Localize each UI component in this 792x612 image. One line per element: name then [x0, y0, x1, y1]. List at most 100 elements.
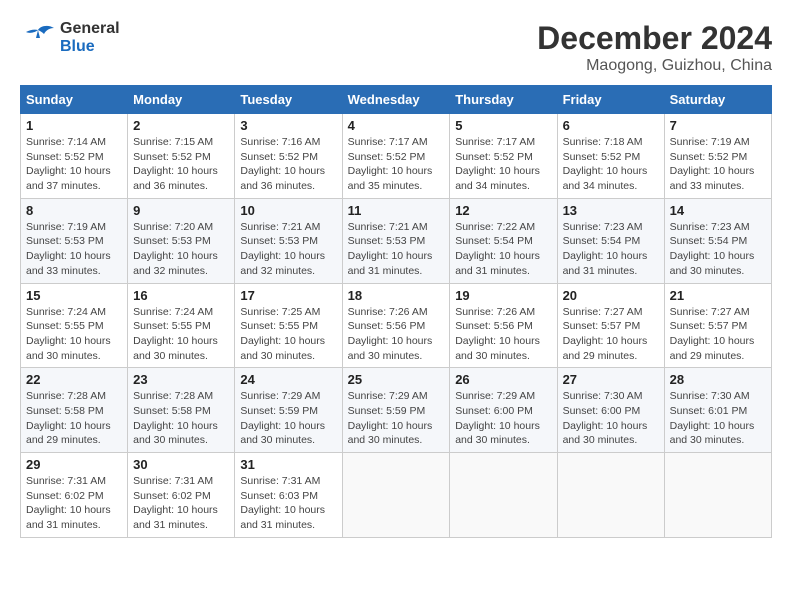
- column-header-monday: Monday: [128, 86, 235, 114]
- day-number: 5: [455, 118, 551, 133]
- calendar-cell: 16 Sunrise: 7:24 AM Sunset: 5:55 PM Dayl…: [128, 283, 235, 368]
- calendar-header-row: SundayMondayTuesdayWednesdayThursdayFrid…: [21, 86, 772, 114]
- calendar-cell: 31 Sunrise: 7:31 AM Sunset: 6:03 PM Dayl…: [235, 453, 342, 538]
- logo-label: General Blue: [60, 20, 120, 55]
- day-info: Sunrise: 7:30 AM Sunset: 6:01 PM Dayligh…: [670, 389, 766, 448]
- day-number: 15: [26, 288, 122, 303]
- day-number: 11: [348, 203, 445, 218]
- day-number: 1: [26, 118, 122, 133]
- calendar-cell: 14 Sunrise: 7:23 AM Sunset: 5:54 PM Dayl…: [664, 198, 771, 283]
- day-info: Sunrise: 7:26 AM Sunset: 5:56 PM Dayligh…: [455, 305, 551, 364]
- calendar-cell: 13 Sunrise: 7:23 AM Sunset: 5:54 PM Dayl…: [557, 198, 664, 283]
- day-info: Sunrise: 7:16 AM Sunset: 5:52 PM Dayligh…: [240, 135, 336, 194]
- calendar-cell: [342, 453, 450, 538]
- day-number: 26: [455, 372, 551, 387]
- day-info: Sunrise: 7:22 AM Sunset: 5:54 PM Dayligh…: [455, 220, 551, 279]
- calendar-cell: 11 Sunrise: 7:21 AM Sunset: 5:53 PM Dayl…: [342, 198, 450, 283]
- day-info: Sunrise: 7:30 AM Sunset: 6:00 PM Dayligh…: [563, 389, 659, 448]
- calendar-cell: 25 Sunrise: 7:29 AM Sunset: 5:59 PM Dayl…: [342, 368, 450, 453]
- calendar-week-row: 8 Sunrise: 7:19 AM Sunset: 5:53 PM Dayli…: [21, 198, 772, 283]
- calendar-cell: 15 Sunrise: 7:24 AM Sunset: 5:55 PM Dayl…: [21, 283, 128, 368]
- day-info: Sunrise: 7:18 AM Sunset: 5:52 PM Dayligh…: [563, 135, 659, 194]
- calendar-cell: [664, 453, 771, 538]
- calendar-cell: 23 Sunrise: 7:28 AM Sunset: 5:58 PM Dayl…: [128, 368, 235, 453]
- calendar-week-row: 22 Sunrise: 7:28 AM Sunset: 5:58 PM Dayl…: [21, 368, 772, 453]
- header: General Blue December 2024 Maogong, Guiz…: [20, 20, 772, 75]
- column-header-thursday: Thursday: [450, 86, 557, 114]
- calendar-cell: 22 Sunrise: 7:28 AM Sunset: 5:58 PM Dayl…: [21, 368, 128, 453]
- logo-blue-text: Blue: [60, 38, 120, 56]
- column-header-saturday: Saturday: [664, 86, 771, 114]
- day-info: Sunrise: 7:31 AM Sunset: 6:02 PM Dayligh…: [26, 474, 122, 533]
- logo-general-text: General: [60, 20, 120, 38]
- day-info: Sunrise: 7:15 AM Sunset: 5:52 PM Dayligh…: [133, 135, 229, 194]
- day-number: 2: [133, 118, 229, 133]
- calendar-cell: 19 Sunrise: 7:26 AM Sunset: 5:56 PM Dayl…: [450, 283, 557, 368]
- column-header-friday: Friday: [557, 86, 664, 114]
- day-number: 30: [133, 457, 229, 472]
- calendar-cell: 20 Sunrise: 7:27 AM Sunset: 5:57 PM Dayl…: [557, 283, 664, 368]
- day-number: 8: [26, 203, 122, 218]
- day-number: 21: [670, 288, 766, 303]
- day-number: 29: [26, 457, 122, 472]
- calendar-table: SundayMondayTuesdayWednesdayThursdayFrid…: [20, 85, 772, 538]
- day-number: 24: [240, 372, 336, 387]
- day-info: Sunrise: 7:28 AM Sunset: 5:58 PM Dayligh…: [26, 389, 122, 448]
- day-info: Sunrise: 7:21 AM Sunset: 5:53 PM Dayligh…: [240, 220, 336, 279]
- day-info: Sunrise: 7:29 AM Sunset: 5:59 PM Dayligh…: [348, 389, 445, 448]
- calendar-week-row: 15 Sunrise: 7:24 AM Sunset: 5:55 PM Dayl…: [21, 283, 772, 368]
- day-number: 12: [455, 203, 551, 218]
- day-number: 6: [563, 118, 659, 133]
- calendar-cell: 30 Sunrise: 7:31 AM Sunset: 6:02 PM Dayl…: [128, 453, 235, 538]
- day-info: Sunrise: 7:14 AM Sunset: 5:52 PM Dayligh…: [26, 135, 122, 194]
- day-number: 28: [670, 372, 766, 387]
- calendar-cell: 1 Sunrise: 7:14 AM Sunset: 5:52 PM Dayli…: [21, 114, 128, 199]
- day-number: 25: [348, 372, 445, 387]
- day-number: 16: [133, 288, 229, 303]
- day-info: Sunrise: 7:21 AM Sunset: 5:53 PM Dayligh…: [348, 220, 445, 279]
- calendar-cell: 6 Sunrise: 7:18 AM Sunset: 5:52 PM Dayli…: [557, 114, 664, 199]
- day-number: 13: [563, 203, 659, 218]
- day-number: 18: [348, 288, 445, 303]
- day-number: 20: [563, 288, 659, 303]
- location-title: Maogong, Guizhou, China: [537, 57, 772, 75]
- day-info: Sunrise: 7:25 AM Sunset: 5:55 PM Dayligh…: [240, 305, 336, 364]
- column-header-tuesday: Tuesday: [235, 86, 342, 114]
- calendar-week-row: 1 Sunrise: 7:14 AM Sunset: 5:52 PM Dayli…: [21, 114, 772, 199]
- calendar-week-row: 29 Sunrise: 7:31 AM Sunset: 6:02 PM Dayl…: [21, 453, 772, 538]
- day-number: 4: [348, 118, 445, 133]
- day-info: Sunrise: 7:19 AM Sunset: 5:53 PM Dayligh…: [26, 220, 122, 279]
- day-number: 27: [563, 372, 659, 387]
- day-number: 7: [670, 118, 766, 133]
- day-info: Sunrise: 7:27 AM Sunset: 5:57 PM Dayligh…: [563, 305, 659, 364]
- day-info: Sunrise: 7:23 AM Sunset: 5:54 PM Dayligh…: [670, 220, 766, 279]
- day-info: Sunrise: 7:31 AM Sunset: 6:02 PM Dayligh…: [133, 474, 229, 533]
- calendar-cell: 28 Sunrise: 7:30 AM Sunset: 6:01 PM Dayl…: [664, 368, 771, 453]
- day-number: 3: [240, 118, 336, 133]
- month-title: December 2024: [537, 20, 772, 57]
- day-info: Sunrise: 7:31 AM Sunset: 6:03 PM Dayligh…: [240, 474, 336, 533]
- day-number: 14: [670, 203, 766, 218]
- day-info: Sunrise: 7:17 AM Sunset: 5:52 PM Dayligh…: [348, 135, 445, 194]
- calendar-cell: 12 Sunrise: 7:22 AM Sunset: 5:54 PM Dayl…: [450, 198, 557, 283]
- day-info: Sunrise: 7:26 AM Sunset: 5:56 PM Dayligh…: [348, 305, 445, 364]
- day-number: 19: [455, 288, 551, 303]
- calendar-cell: 24 Sunrise: 7:29 AM Sunset: 5:59 PM Dayl…: [235, 368, 342, 453]
- day-info: Sunrise: 7:28 AM Sunset: 5:58 PM Dayligh…: [133, 389, 229, 448]
- day-info: Sunrise: 7:29 AM Sunset: 5:59 PM Dayligh…: [240, 389, 336, 448]
- calendar-cell: 4 Sunrise: 7:17 AM Sunset: 5:52 PM Dayli…: [342, 114, 450, 199]
- day-number: 9: [133, 203, 229, 218]
- day-info: Sunrise: 7:24 AM Sunset: 5:55 PM Dayligh…: [26, 305, 122, 364]
- day-number: 22: [26, 372, 122, 387]
- calendar-cell: 5 Sunrise: 7:17 AM Sunset: 5:52 PM Dayli…: [450, 114, 557, 199]
- day-info: Sunrise: 7:27 AM Sunset: 5:57 PM Dayligh…: [670, 305, 766, 364]
- calendar-cell: 17 Sunrise: 7:25 AM Sunset: 5:55 PM Dayl…: [235, 283, 342, 368]
- day-info: Sunrise: 7:20 AM Sunset: 5:53 PM Dayligh…: [133, 220, 229, 279]
- calendar-cell: 7 Sunrise: 7:19 AM Sunset: 5:52 PM Dayli…: [664, 114, 771, 199]
- logo: General Blue: [20, 20, 120, 55]
- day-number: 31: [240, 457, 336, 472]
- calendar-cell: 27 Sunrise: 7:30 AM Sunset: 6:00 PM Dayl…: [557, 368, 664, 453]
- calendar-cell: 3 Sunrise: 7:16 AM Sunset: 5:52 PM Dayli…: [235, 114, 342, 199]
- column-header-wednesday: Wednesday: [342, 86, 450, 114]
- calendar-cell: 2 Sunrise: 7:15 AM Sunset: 5:52 PM Dayli…: [128, 114, 235, 199]
